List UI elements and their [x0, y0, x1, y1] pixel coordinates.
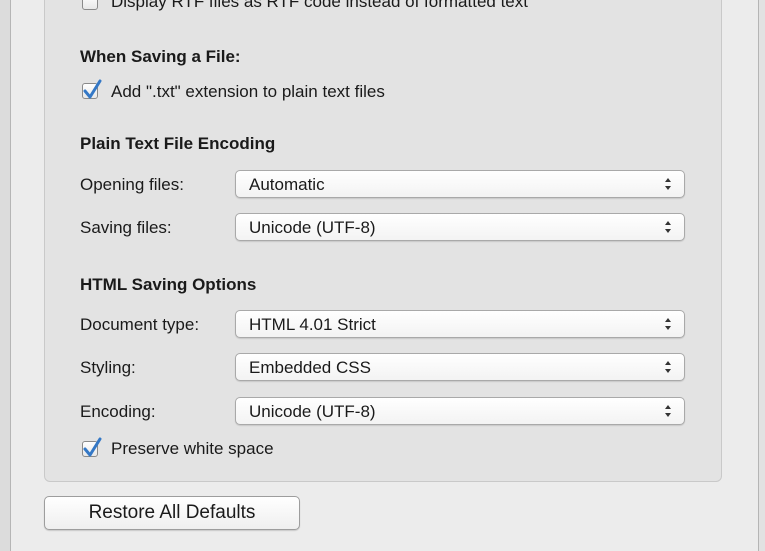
html-encoding-popup[interactable]: Unicode (UTF-8)	[235, 397, 685, 425]
saving-heading: When Saving a File:	[80, 47, 241, 66]
html-encoding-value: Unicode (UTF-8)	[249, 402, 376, 421]
checkmark-icon	[83, 79, 102, 99]
saving-files-label: Saving files:	[80, 218, 172, 237]
document-type-label: Document type:	[80, 315, 200, 334]
updown-arrows-icon	[665, 178, 671, 190]
opening-files-label: Opening files:	[80, 175, 184, 194]
html-options-heading: HTML Saving Options	[80, 275, 257, 294]
document-type-popup[interactable]: HTML 4.01 Strict	[235, 310, 685, 338]
styling-value: Embedded CSS	[249, 358, 371, 377]
checkmark-icon	[83, 437, 102, 457]
styling-popup[interactable]: Embedded CSS	[235, 353, 685, 381]
opening-files-popup[interactable]: Automatic	[235, 170, 685, 198]
preserve-whitespace-label: Preserve white space	[111, 439, 274, 458]
rtf-code-checkbox[interactable]	[82, 0, 98, 10]
saving-files-popup[interactable]: Unicode (UTF-8)	[235, 213, 685, 241]
add-txt-checkbox[interactable]	[82, 79, 102, 99]
opening-files-value: Automatic	[249, 175, 325, 194]
rtf-code-label: Display RTF files as RTF code instead of…	[111, 0, 528, 11]
styling-label: Styling:	[80, 358, 136, 377]
html-encoding-label: Encoding:	[80, 402, 156, 421]
preserve-whitespace-checkbox[interactable]	[82, 437, 102, 457]
updown-arrows-icon	[665, 221, 671, 233]
window-left-edge	[0, 0, 11, 551]
updown-arrows-icon	[665, 361, 671, 373]
document-type-value: HTML 4.01 Strict	[249, 315, 376, 334]
encoding-heading: Plain Text File Encoding	[80, 134, 276, 153]
restore-all-defaults-button[interactable]: Restore All Defaults	[44, 496, 300, 530]
updown-arrows-icon	[665, 405, 671, 417]
saving-files-value: Unicode (UTF-8)	[249, 218, 376, 237]
add-txt-label: Add ".txt" extension to plain text files	[111, 82, 385, 101]
window-right-edge	[758, 0, 765, 551]
updown-arrows-icon	[665, 318, 671, 330]
